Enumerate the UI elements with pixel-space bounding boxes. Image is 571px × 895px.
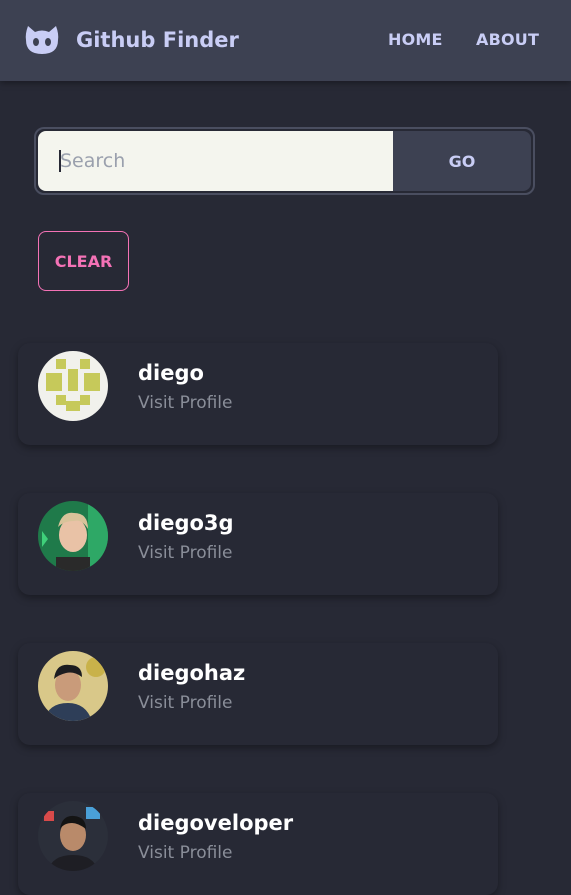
user-login: diego3g — [138, 511, 234, 535]
user-avatar[interactable] — [38, 801, 108, 871]
user-card: diegoveloper Visit Profile — [18, 793, 498, 895]
navbar: Github Finder HOME ABOUT — [0, 0, 571, 81]
text-caret — [59, 150, 61, 172]
user-card: diego3g Visit Profile — [18, 493, 498, 595]
user-login: diegohaz — [138, 661, 246, 685]
clear-button[interactable]: CLEAR — [38, 231, 129, 291]
user-avatar[interactable] — [38, 501, 108, 571]
user-login: diego — [138, 361, 204, 385]
visit-profile-link[interactable]: Visit Profile — [138, 393, 233, 413]
nav-home-link[interactable]: HOME — [388, 30, 443, 49]
github-cat-icon — [25, 26, 59, 54]
nav-about-link[interactable]: ABOUT — [476, 30, 539, 49]
user-avatar[interactable] — [38, 351, 108, 421]
user-login: diegoveloper — [138, 811, 294, 835]
search-form: GO — [34, 127, 535, 195]
search-input[interactable] — [38, 131, 393, 191]
app-title: Github Finder — [76, 28, 239, 52]
go-button[interactable]: GO — [393, 131, 531, 191]
brand-link[interactable]: Github Finder — [24, 24, 239, 56]
visit-profile-link[interactable]: Visit Profile — [138, 543, 233, 563]
user-card: diego Visit Profile — [18, 343, 498, 445]
user-card: diegohaz Visit Profile — [18, 643, 498, 745]
visit-profile-link[interactable]: Visit Profile — [138, 843, 233, 863]
visit-profile-link[interactable]: Visit Profile — [138, 693, 233, 713]
user-avatar[interactable] — [38, 651, 108, 721]
